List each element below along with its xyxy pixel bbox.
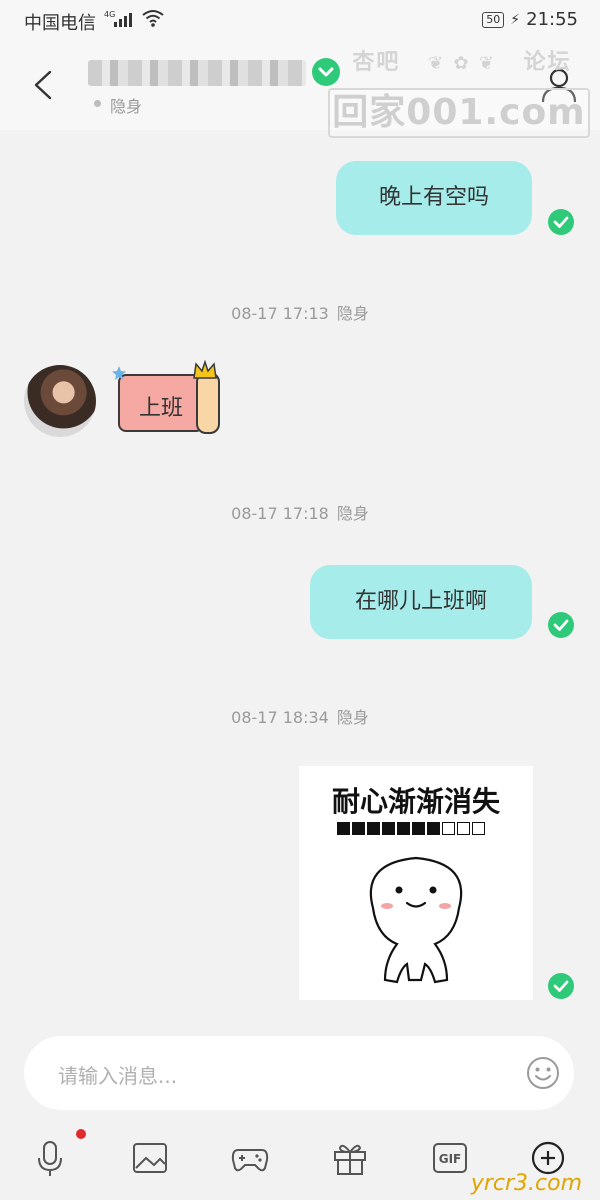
svg-text:GIF: GIF [439,1152,462,1166]
timestamp-time: 08-17 17:13 [231,304,329,323]
read-check-icon [548,973,574,999]
progress-segment [412,822,425,835]
signal-icon: 4G [104,10,132,27]
read-check-icon [548,612,574,638]
timestamp-time: 08-17 17:18 [231,504,329,523]
watermark-ornament: ❦ ✿ ❦ [428,53,496,74]
progress-segment [457,822,470,835]
incoming-sticker[interactable]: 上班 [112,360,224,440]
watermark-right-text: 论坛 [523,50,572,75]
image-icon[interactable] [130,1138,170,1178]
notification-dot [76,1129,86,1139]
gift-icon[interactable] [330,1138,370,1178]
status-bar: 中国电信 4G 50 ⚡ 21:55 [0,0,600,40]
gif-icon[interactable]: GIF [430,1138,470,1178]
timestamp-status: 隐身 [336,708,369,727]
svg-text:4G: 4G [104,10,115,19]
progress-segment [397,822,410,835]
timestamp: 08-17 17:18 隐身 [0,500,600,524]
timestamp-status: 隐身 [336,304,369,323]
meme-progress-bar [337,822,485,835]
presence-status: 隐身 [110,97,143,116]
sticker-label: 上班 [138,396,183,421]
clock: 21:55 [526,9,578,30]
message-input[interactable]: 请输入消息... [24,1036,574,1110]
timestamp: 08-17 17:13 隐身 [0,300,600,324]
timestamp-time: 08-17 18:34 [231,708,329,727]
crown-icon [193,360,217,379]
star-icon [112,366,126,380]
progress-segment [382,822,395,835]
read-check-icon [548,209,574,235]
contact-name-blurred [88,60,306,86]
cartoon-character-illustration [369,856,463,984]
progress-segment [427,822,440,835]
emoji-icon[interactable] [526,1056,560,1090]
timestamp-status: 隐身 [336,504,369,523]
microphone-icon[interactable] [30,1138,70,1178]
watermark-box: 回家001.com [328,88,590,138]
watermark-left-text: 杏吧 [352,50,401,75]
message-bubble-outgoing[interactable]: 晚上有空吗 [336,161,532,235]
message-bubble-outgoing[interactable]: 在哪儿上班啊 [310,565,532,639]
input-placeholder: 请输入消息... [58,1064,178,1088]
carrier-label: 中国电信 [24,13,96,34]
presence-dot [94,100,101,107]
progress-segment [337,822,350,835]
contact-avatar[interactable] [24,365,96,437]
game-icon[interactable] [230,1138,270,1178]
wifi-icon [142,10,164,27]
battery-indicator: 50 [482,11,505,28]
back-arrow-icon[interactable] [28,68,62,102]
watermark-top: 杏吧 ❦ ✿ ❦ 论坛 回家001.com [328,44,596,140]
progress-segment [352,822,365,835]
charging-icon: ⚡ [510,11,521,28]
progress-segment [367,822,380,835]
timestamp: 08-17 18:34 隐身 [0,704,600,728]
watermark-bottom: yrcr3.com [470,1171,582,1196]
meme-caption: 耐心渐渐消失 [331,785,500,818]
progress-segment [442,822,455,835]
progress-segment [472,822,485,835]
image-message[interactable]: 耐心渐渐消失 [299,766,533,1000]
